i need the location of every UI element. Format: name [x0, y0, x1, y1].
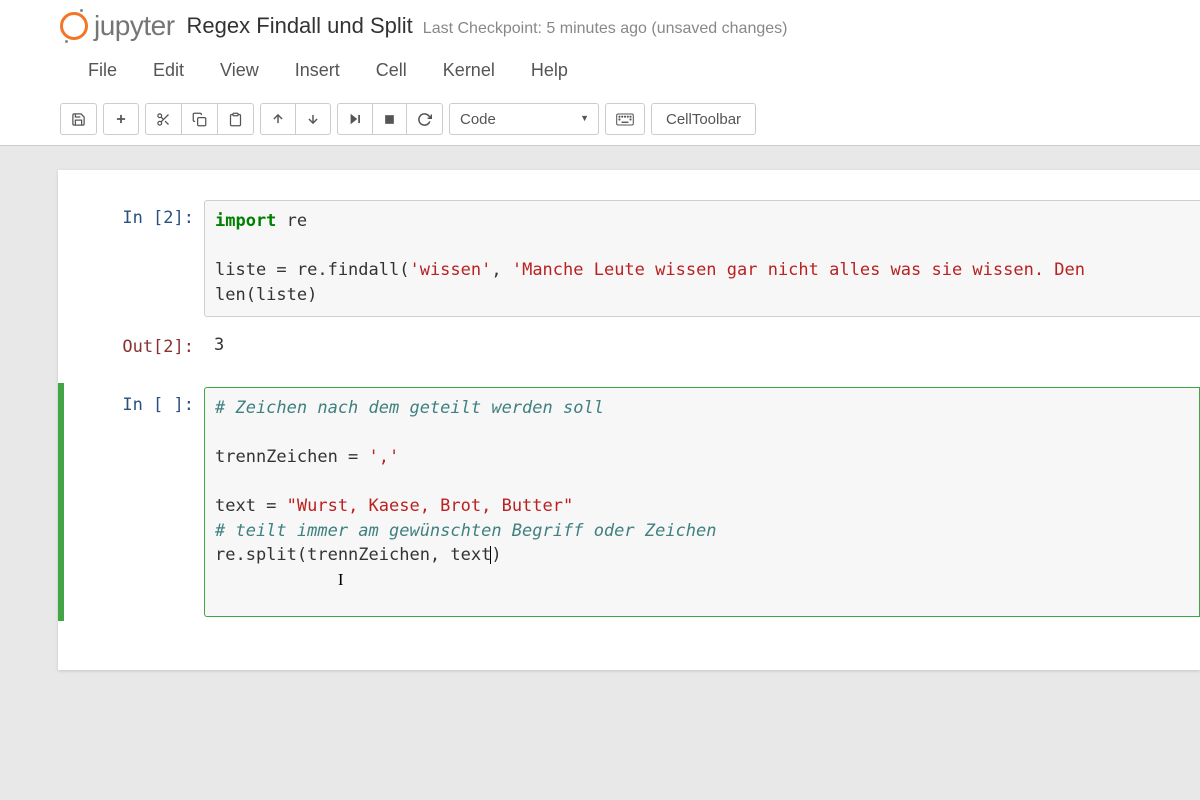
cell-input[interactable]: # Zeichen nach dem geteilt werden soll t…: [204, 387, 1200, 617]
save-icon: [71, 112, 86, 127]
move-up-button[interactable]: [260, 103, 296, 135]
notebook-title[interactable]: Regex Findall und Split: [187, 13, 413, 39]
cut-button[interactable]: [145, 103, 182, 135]
keyboard-icon: [616, 113, 634, 126]
notebook-container: In [2]: import re liste = re.findall('wi…: [58, 170, 1200, 670]
celltoolbar-button[interactable]: CellToolbar: [651, 103, 756, 135]
menu-file[interactable]: File: [70, 52, 135, 89]
menu-edit[interactable]: Edit: [135, 52, 202, 89]
insert-cell-button[interactable]: [103, 103, 139, 135]
out-prompt: Out[2]:: [64, 329, 204, 361]
interrupt-button[interactable]: [372, 103, 407, 135]
copy-button[interactable]: [181, 103, 218, 135]
jupyter-logo[interactable]: jupyter: [60, 10, 175, 42]
menu-cell[interactable]: Cell: [358, 52, 425, 89]
output-row: Out[2]: 3: [58, 325, 1200, 365]
cell-input[interactable]: import re liste = re.findall('wissen', '…: [204, 200, 1200, 317]
run-group: [337, 103, 443, 135]
copy-icon: [192, 112, 207, 127]
celltype-select[interactable]: Code: [449, 103, 599, 135]
code-cell[interactable]: In [2]: import re liste = re.findall('wi…: [58, 196, 1200, 321]
in-prompt: In [ ]:: [64, 387, 204, 617]
cell-output: 3: [204, 329, 1200, 361]
checkpoint-status: Last Checkpoint: 5 minutes ago (unsaved …: [423, 20, 788, 38]
move-down-button[interactable]: [295, 103, 331, 135]
code-cell[interactable]: In [ ]: # Zeichen nach dem geteilt werde…: [58, 383, 1200, 621]
edit-group: [145, 103, 254, 135]
arrow-down-icon: [306, 112, 320, 126]
jupyter-logo-text: jupyter: [94, 10, 175, 42]
menu-view[interactable]: View: [202, 52, 277, 89]
arrow-up-icon: [271, 112, 285, 126]
restart-button[interactable]: [406, 103, 443, 135]
jupyter-logo-icon: [60, 12, 88, 40]
stop-icon: [383, 113, 396, 126]
notebook-header: jupyter Regex Findall und Split Last Che…: [0, 0, 1200, 48]
run-button[interactable]: [337, 103, 373, 135]
celltype-select-wrap: Code: [449, 103, 599, 135]
move-group: [260, 103, 331, 135]
step-forward-icon: [348, 112, 362, 126]
cut-icon: [156, 112, 171, 127]
plus-icon: [114, 112, 128, 126]
menu-help[interactable]: Help: [513, 52, 586, 89]
in-prompt: In [2]:: [64, 200, 204, 317]
paste-button[interactable]: [217, 103, 254, 135]
save-button[interactable]: [60, 103, 97, 135]
restart-icon: [417, 112, 432, 127]
menu-kernel[interactable]: Kernel: [425, 52, 513, 89]
menubar: File Edit View Insert Cell Kernel Help: [0, 48, 1200, 97]
menu-insert[interactable]: Insert: [277, 52, 358, 89]
command-palette-button[interactable]: [605, 103, 645, 135]
toolbar: Code CellToolbar: [0, 97, 1200, 146]
paste-icon: [228, 112, 243, 127]
title-area: Regex Findall und Split Last Checkpoint:…: [187, 13, 788, 39]
